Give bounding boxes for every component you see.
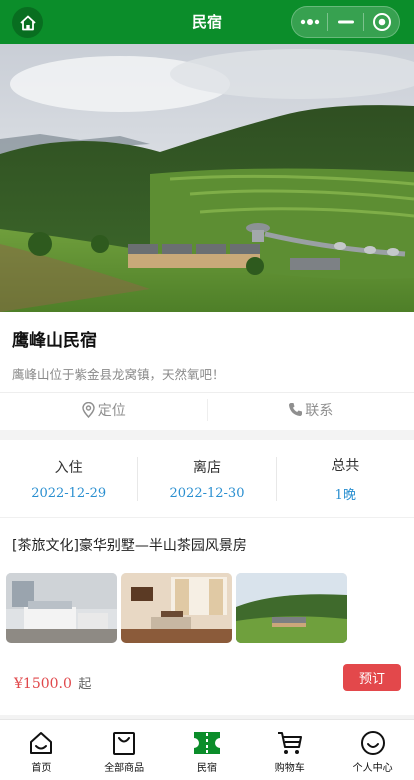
minus-icon: [337, 20, 354, 24]
home-button[interactable]: [12, 7, 43, 38]
tab-home[interactable]: 首页: [0, 720, 83, 780]
tab-home-label: 首页: [31, 763, 52, 774]
tab-cart-label: 购物车: [274, 763, 305, 774]
room-photo-living[interactable]: [121, 573, 232, 643]
minimize-button[interactable]: [328, 7, 363, 37]
total-label: 总共: [331, 457, 360, 474]
locate-label: 定位: [97, 402, 126, 419]
tab-all-products[interactable]: 全部商品: [83, 720, 166, 780]
listing-title: 鹰峰山民宿: [12, 331, 97, 351]
tab-all-products-label: 全部商品: [104, 763, 145, 774]
total-nights: 1晚: [334, 487, 356, 503]
book-button[interactable]: 预订: [343, 664, 401, 691]
checkin-date: 2022-12-29: [31, 485, 107, 501]
ticket-icon: [193, 729, 221, 757]
listing-info: 鹰峰山民宿 鹰峰山位于紫金县龙窝镇，天然氧吧！ 定位 联系: [0, 312, 414, 430]
price-suffix: 起: [78, 677, 92, 692]
hero-image: [0, 44, 414, 312]
home-icon: [19, 15, 36, 30]
locate-button[interactable]: 定位: [0, 400, 207, 420]
nav-header: 民宿: [0, 0, 414, 44]
tab-profile-label: 个人中心: [352, 763, 393, 774]
listing-actions: 定位 联系: [0, 392, 414, 426]
checkout-picker[interactable]: 离店 2022-12-30: [138, 457, 275, 501]
checkout-label: 离店: [192, 459, 221, 476]
phone-icon: [289, 403, 303, 416]
checkin-picker[interactable]: 入住 2022-12-29: [0, 457, 137, 501]
more-button[interactable]: [292, 7, 327, 37]
nights-total: 总共 1晚: [277, 455, 414, 503]
tab-cart[interactable]: 购物车: [248, 720, 331, 780]
room-photos: [6, 573, 347, 643]
room-title: [茶旅文化]豪华别墅—半山茶园风景房: [12, 538, 247, 554]
target-close-icon: [372, 13, 391, 31]
smiley-icon: [359, 729, 387, 757]
room-photo-bedroom[interactable]: [6, 573, 117, 643]
price-value: ¥1500.0: [14, 676, 72, 692]
home-icon: [27, 729, 55, 757]
app-page: 民宿 鹰峰山民宿 鹰峰山位于紫金县龙窝镇，天然氧吧！ 定位 联系 入住 2022…: [0, 0, 414, 780]
shopping-bag-icon: [110, 729, 138, 757]
listing-description: 鹰峰山位于紫金县龙窝镇，天然氧吧！: [12, 367, 225, 382]
tab-homestay-label: 民宿: [196, 763, 217, 774]
contact-button[interactable]: 联系: [208, 400, 414, 420]
close-button[interactable]: [364, 7, 399, 37]
stay-dates: 入住 2022-12-29 离店 2022-12-30 总共 1晚: [0, 440, 414, 518]
contact-label: 联系: [305, 402, 334, 419]
room-card[interactable]: [茶旅文化]豪华别墅—半山茶园风景房 ¥1500.0 起 预订: [0, 519, 414, 715]
location-icon: [82, 401, 95, 418]
more-dots-icon: [300, 19, 319, 25]
section-divider: [0, 430, 414, 440]
bottom-tab-bar: 首页 全部商品 民宿 购物车 个人中心: [0, 719, 414, 780]
room-price: ¥1500.0 起: [14, 673, 91, 692]
tab-homestay[interactable]: 民宿: [166, 720, 249, 780]
tab-profile[interactable]: 个人中心: [331, 720, 414, 780]
checkin-label: 入住: [54, 459, 83, 476]
checkout-date: 2022-12-30: [169, 485, 245, 501]
cart-icon: [276, 729, 304, 757]
mini-program-capsule: [291, 6, 400, 38]
room-photo-landscape[interactable]: [236, 573, 347, 643]
